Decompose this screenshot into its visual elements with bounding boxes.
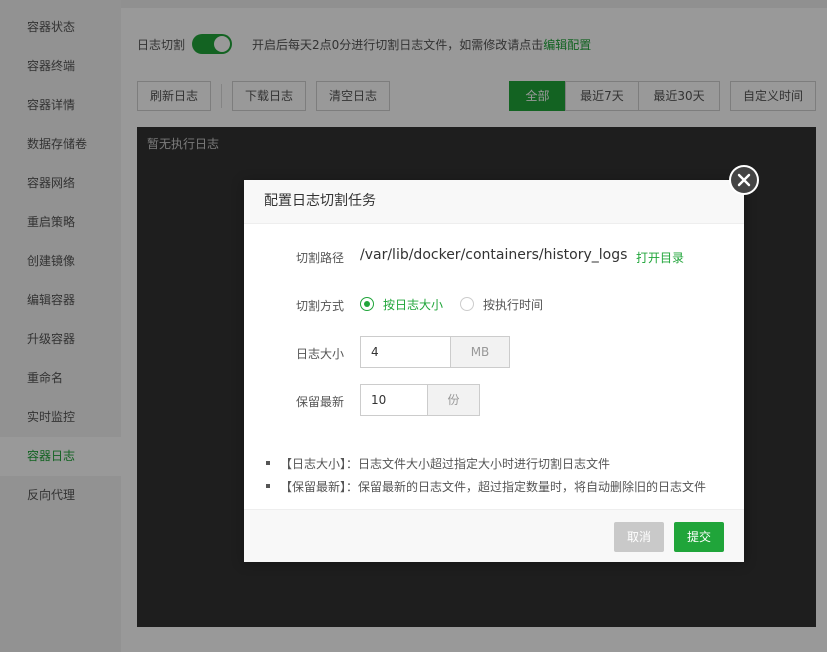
keep-input[interactable] [360, 384, 427, 416]
submit-button[interactable]: 提交 [674, 522, 724, 552]
tip-size-text: 【日志大小】：日志文件大小超过指定大小时进行切割日志文件 [280, 457, 611, 471]
rotation-config-modal: 配置日志切割任务 切割路径 /var/lib/docker/containers… [244, 180, 744, 562]
cancel-button[interactable]: 取消 [614, 522, 664, 552]
tip-size: 【日志大小】：日志文件大小超过指定大小时进行切割日志文件 [266, 455, 610, 472]
mode-size-radio[interactable] [360, 297, 374, 311]
size-input[interactable] [360, 336, 450, 368]
size-unit: MB [450, 336, 510, 368]
mode-label: 切割方式 [295, 299, 344, 313]
modal-footer: 取消 提交 [244, 509, 744, 562]
keep-unit: 份 [427, 384, 480, 416]
tip-keep: 【保留最新】：保留最新的日志文件，超过指定数量时，将自动删除旧的日志文件 [266, 478, 706, 495]
path-label: 切割路径 [295, 251, 344, 265]
size-label: 日志大小 [295, 347, 344, 361]
keep-label: 保留最新 [295, 395, 344, 409]
mode-time-radio[interactable] [460, 297, 474, 311]
modal-close-button[interactable] [729, 165, 759, 195]
open-directory-link[interactable]: 打开目录 [636, 249, 684, 266]
mode-size-label[interactable]: 按日志大小 [383, 296, 443, 313]
tip-keep-text: 【保留最新】：保留最新的日志文件，超过指定数量时，将自动删除旧的日志文件 [280, 480, 707, 494]
path-value: /var/lib/docker/containers/history_logs [360, 247, 628, 263]
mode-time-label[interactable]: 按执行时间 [483, 296, 543, 313]
close-icon [731, 167, 757, 193]
modal-title: 配置日志切割任务 [244, 180, 744, 224]
